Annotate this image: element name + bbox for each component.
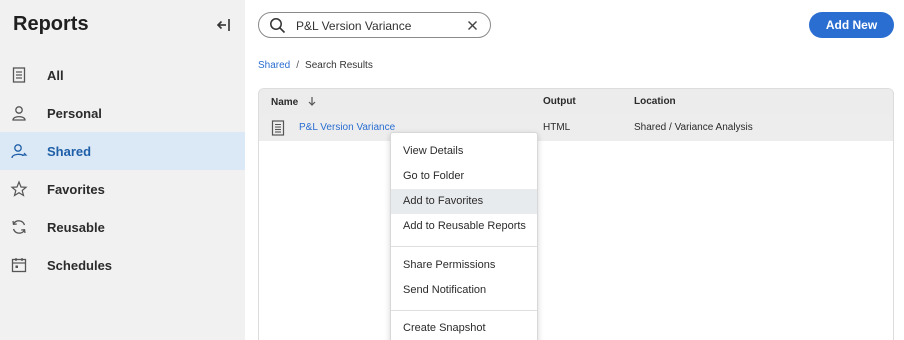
breadcrumb-separator: / [296,60,300,71]
menu-item-share-permissions[interactable]: Share Permissions [391,253,537,278]
star-icon [10,180,28,197]
menu-item-send-notification[interactable]: Send Notification [391,278,537,303]
sidebar-title: Reports [13,13,89,35]
sidebar-item-label: Shared [47,143,92,159]
sidebar-item-label: Personal [47,105,102,121]
menu-divider [391,246,537,247]
sidebar-item-schedules[interactable]: Schedules [0,246,245,284]
sidebar-item-favorites[interactable]: Favorites [0,170,245,208]
sidebar-item-label: Reusable [47,219,105,235]
menu-item-add-to-favorites[interactable]: Add to Favorites [391,189,537,214]
document-icon [12,67,26,83]
sidebar-nav: All Personal Shared Favorites Reusable S… [0,56,245,284]
column-header-output[interactable]: Output [543,96,576,107]
collapse-sidebar-icon[interactable] [215,16,233,34]
report-icon [271,120,285,136]
shared-user-icon [11,144,28,159]
user-icon [12,106,26,121]
breadcrumb: Shared / Search Results [258,60,373,71]
sort-descending-icon[interactable] [307,96,317,106]
menu-item-go-to-folder[interactable]: Go to Folder [391,164,537,189]
search-input[interactable] [296,17,461,34]
menu-divider [391,310,537,311]
sidebar-item-label: Schedules [47,257,113,273]
menu-item-add-to-reusable-reports[interactable]: Add to Reusable Reports [391,214,537,239]
sidebar-item-personal[interactable]: Personal [0,94,245,132]
column-header-name[interactable]: Name [271,96,317,108]
column-header-location[interactable]: Location [634,96,676,107]
results-table: Name Output Location P&L Version Varianc… [258,88,894,340]
context-menu: View Details Go to Folder Add to Favorit… [390,132,538,340]
sidebar: Reports All Personal Shared Favorites Re… [0,0,245,340]
column-header-label: Name [271,97,299,108]
sidebar-item-label: Favorites [47,181,105,197]
sidebar-item-label: All [47,67,64,83]
report-output: HTML [543,122,571,133]
table-header: Name Output Location [259,89,893,115]
sidebar-item-all[interactable]: All [0,56,245,94]
table-row[interactable]: P&L Version Variance HTML Shared / Varia… [259,115,893,141]
report-name-link[interactable]: P&L Version Variance [299,122,395,133]
breadcrumb-shared-link[interactable]: Shared [258,60,290,71]
clear-search-icon[interactable] [465,18,480,33]
sidebar-item-reusable[interactable]: Reusable [0,208,245,246]
add-new-button[interactable]: Add New [809,12,894,38]
menu-item-create-snapshot[interactable]: Create Snapshot [391,316,537,340]
menu-item-view-details[interactable]: View Details [391,139,537,164]
search-icon [270,18,286,34]
breadcrumb-current: Search Results [305,60,373,71]
search-box [258,12,491,38]
sidebar-item-shared[interactable]: Shared [0,132,245,170]
refresh-icon [12,220,26,234]
calendar-icon [11,258,27,273]
report-location: Shared / Variance Analysis [634,122,753,133]
